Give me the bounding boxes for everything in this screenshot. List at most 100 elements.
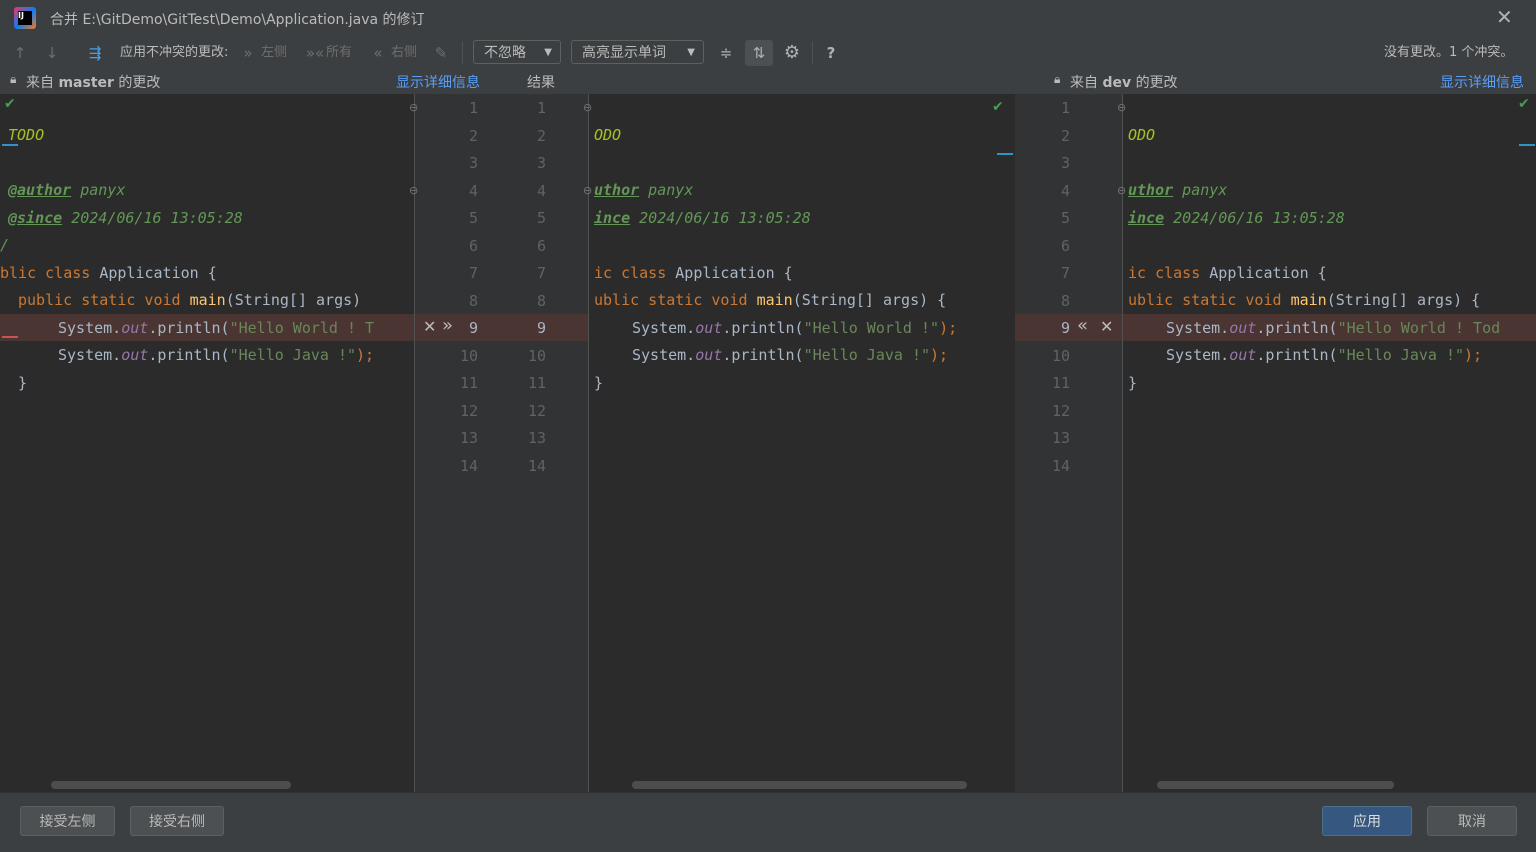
code-text: System.	[58, 346, 122, 364]
apply-all-icon[interactable]: »«	[304, 44, 326, 62]
string-literal: "Hello Java !"	[1337, 346, 1465, 364]
next-difference-icon[interactable]: ↓	[44, 44, 60, 62]
code-text: );	[939, 319, 958, 337]
code-line: ic class Application {	[594, 263, 793, 283]
right-code-pane[interactable]: ODO uthor panyx ince 2024/06/16 13:05:28…	[1128, 94, 1536, 792]
ignore-left-change-icon[interactable]: ✕	[423, 317, 436, 336]
method-name: main	[189, 291, 226, 309]
keyword: ublic static void	[594, 291, 748, 309]
code-text: .println(	[722, 319, 804, 337]
sync-scroll-icon: ⇅	[752, 44, 766, 62]
magic-resolve-icon[interactable]: ✎	[432, 44, 450, 62]
left-pane-suffix: 的更改	[118, 75, 161, 91]
fold-marker-icon[interactable]: ⊖	[1117, 184, 1126, 197]
code-line: ODO	[1128, 125, 1155, 145]
pane-divider	[1122, 94, 1123, 792]
line-number: 8	[536, 291, 546, 310]
code-text: .println(	[148, 346, 230, 364]
line-number: 2	[536, 126, 546, 145]
apply-left-label[interactable]: 左侧	[261, 45, 287, 61]
show-details-link-right[interactable]: 显示详细信息	[1440, 72, 1524, 92]
code-line: ic class Application {	[1128, 263, 1327, 283]
doc-text: 2024/06/16 13:05:28	[630, 209, 811, 227]
line-number: 11	[1051, 374, 1070, 392]
left-pane-prefix: 来自	[26, 75, 54, 91]
doc-tag: ince	[1128, 209, 1165, 227]
line-number: 9	[1060, 319, 1070, 337]
code-text: Application {	[90, 264, 217, 282]
left-gutter	[415, 94, 588, 792]
doc-text: 2024/06/16 13:05:28	[62, 209, 243, 227]
code-line: ince 2024/06/16 13:05:28	[594, 208, 811, 228]
right-horizontal-scrollbar[interactable]	[1157, 781, 1394, 789]
fold-marker-icon[interactable]: ⊖	[1117, 101, 1126, 114]
line-number: 12	[527, 401, 546, 420]
line-number: 7	[1060, 264, 1070, 282]
string-literal: "Hello World ! T	[229, 319, 375, 337]
show-details-link[interactable]: 显示详细信息	[396, 72, 480, 92]
doc-tag: @since	[8, 209, 63, 227]
line-number: 1	[468, 99, 478, 117]
accept-right-change-icon[interactable]: «	[1077, 315, 1088, 336]
code-text: System.	[632, 319, 696, 337]
apply-button[interactable]: 应用	[1322, 806, 1412, 836]
line-number: 3	[536, 154, 546, 172]
field: out	[695, 346, 723, 364]
field: out	[121, 319, 149, 337]
fold-marker-icon[interactable]: ⊖	[583, 184, 592, 197]
close-icon[interactable]: ✕	[1496, 5, 1513, 29]
code-text: );	[356, 346, 375, 364]
window-title: 合并 E:\GitDemo\GitTest\Demo\Application.j…	[50, 12, 425, 28]
doc-text: 2024/06/16 13:05:28	[1164, 209, 1345, 227]
line-number: 5	[468, 209, 478, 227]
previous-difference-icon[interactable]: ↑	[12, 44, 28, 62]
result-code-pane[interactable]: ODO uthor panyx ince 2024/06/16 13:05:28…	[594, 94, 1014, 792]
apply-right-label[interactable]: 右侧	[391, 45, 417, 61]
accept-right-button[interactable]: 接受右侧	[130, 806, 224, 836]
code-line: @since 2024/06/16 13:05:28	[8, 208, 243, 228]
line-number: 12	[459, 401, 478, 420]
code-text: (String[] args) {	[792, 291, 947, 309]
highlight-words-dropdown[interactable]: 高亮显示单词 ▼	[571, 40, 704, 64]
cancel-button[interactable]: 取消	[1427, 806, 1517, 836]
doc-tag: @author	[8, 181, 72, 199]
line-number: 11	[527, 374, 546, 392]
code-line: System.out.println("Hello World ! Tod	[1166, 318, 1500, 338]
code-text: Application {	[1200, 264, 1327, 282]
doc-text: panyx	[1173, 181, 1228, 199]
apply-all-label[interactable]: 所有	[326, 45, 352, 61]
code-text: );	[1464, 346, 1483, 364]
ignore-whitespace-dropdown[interactable]: 不忽略 ▼	[473, 40, 561, 64]
chevron-down-icon: ▼	[544, 47, 552, 58]
result-horizontal-scrollbar[interactable]	[632, 781, 967, 789]
code-text: .println(	[722, 346, 804, 364]
line-number: 1	[1060, 99, 1070, 117]
string-literal: "Hello Java !"	[229, 346, 357, 364]
gear-icon[interactable]: ⚙	[782, 44, 802, 62]
left-code-pane[interactable]: TODO @author panyx @since 2024/06/16 13:…	[0, 94, 414, 792]
field: out	[1229, 346, 1257, 364]
string-literal: "Hello World !"	[803, 319, 940, 337]
result-pane-title: 结果	[527, 75, 555, 91]
collapse-unchanged-icon[interactable]: ≑	[716, 44, 736, 62]
code-line: ince 2024/06/16 13:05:28	[1128, 208, 1345, 228]
ignore-right-change-icon[interactable]: ✕	[1100, 317, 1113, 336]
code-line: System.out.println("Hello Java !");	[1166, 345, 1482, 365]
line-number: 13	[527, 429, 546, 447]
apply-left-icon[interactable]: »	[240, 44, 256, 62]
accept-left-button[interactable]: 接受左侧	[20, 806, 115, 836]
left-horizontal-scrollbar[interactable]	[51, 781, 291, 789]
apply-right-icon[interactable]: «	[370, 44, 386, 62]
code-line: }	[594, 374, 604, 392]
fold-marker-icon[interactable]: ⊖	[583, 101, 592, 114]
right-branch-name: dev	[1102, 75, 1132, 91]
lock-icon: 🔒︎	[1054, 72, 1061, 86]
line-number: 5	[536, 209, 546, 227]
apply-nonconflicting-icon[interactable]: ⇶	[84, 44, 106, 62]
bottom-bar	[0, 792, 1536, 852]
code-line: TODO	[8, 125, 44, 145]
doc-tag: uthor	[1128, 181, 1174, 199]
line-number: 2	[1060, 126, 1070, 145]
help-icon[interactable]: ?	[822, 44, 840, 62]
accept-left-change-icon[interactable]: »	[442, 315, 453, 336]
